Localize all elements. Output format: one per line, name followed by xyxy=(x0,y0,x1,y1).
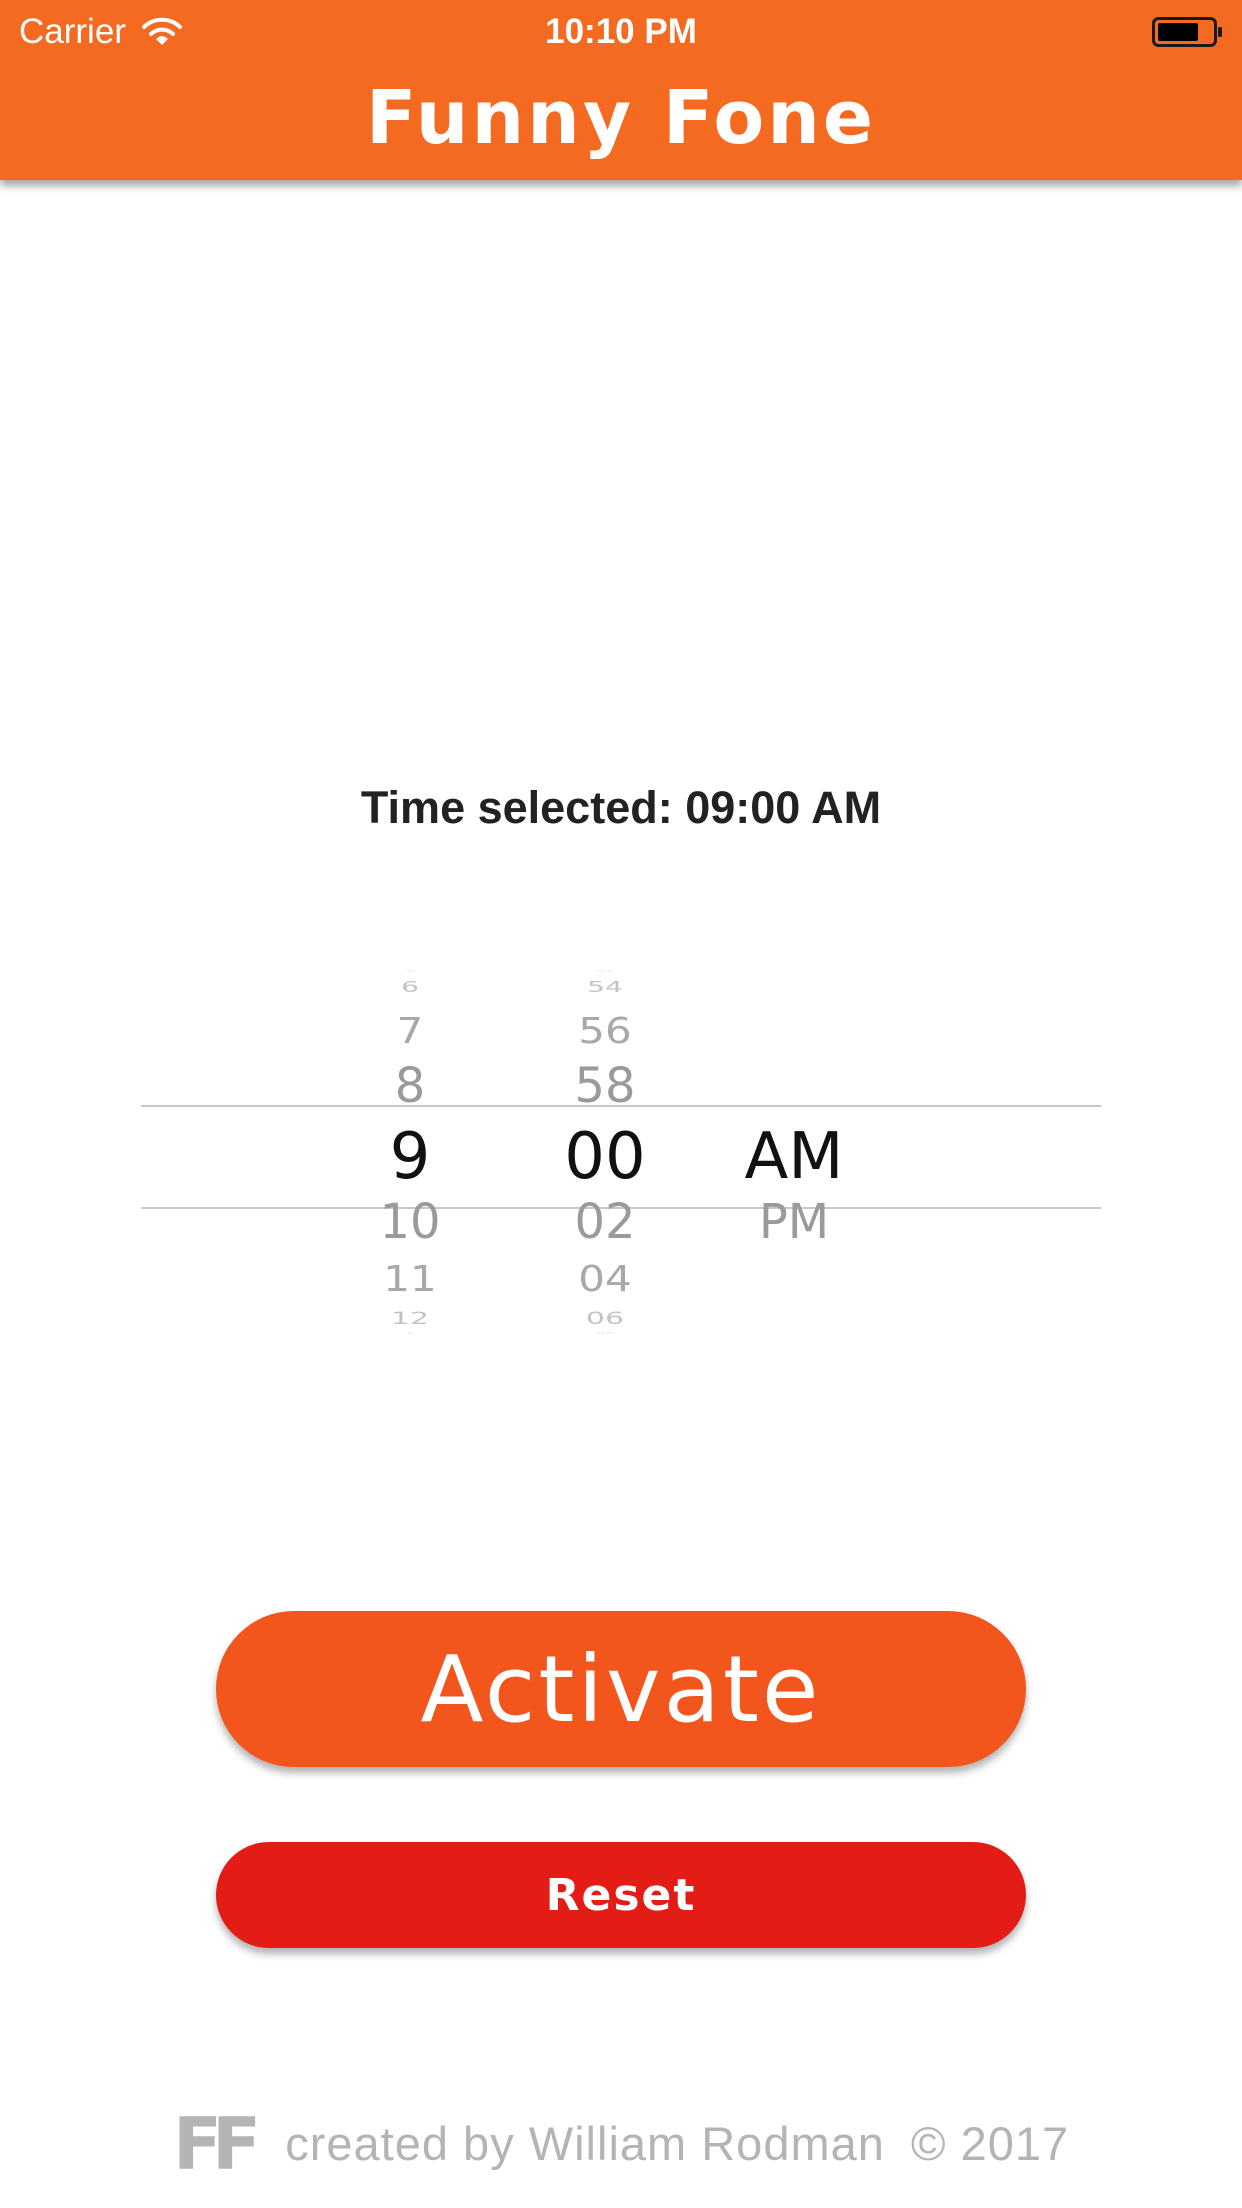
hour-option[interactable]: 8 xyxy=(315,1058,505,1116)
hour-option[interactable]: 12 xyxy=(315,1309,505,1329)
time-selected-label: Time selected: 09:00 AM xyxy=(360,782,882,833)
time-picker[interactable]: 5 6 7 8 9 10 11 12 1 52 54 56 58 00 02 04 06 08 AM PM xyxy=(141,895,1101,1415)
reset-button[interactable]: Reset xyxy=(216,1842,1026,1948)
period-option[interactable]: AM xyxy=(699,1119,889,1196)
hour-option[interactable]: 6 xyxy=(315,978,505,996)
minute-option[interactable]: 52 xyxy=(510,969,700,972)
hour-option[interactable]: 9 xyxy=(315,1119,505,1196)
activate-button[interactable]: Activate xyxy=(216,1611,1026,1767)
hour-option[interactable]: 5 xyxy=(315,969,505,972)
minute-option[interactable]: 02 xyxy=(510,1194,700,1252)
minute-option[interactable]: 00 xyxy=(510,1119,700,1196)
minute-option[interactable]: 04 xyxy=(510,1258,700,1301)
hour-option[interactable]: 7 xyxy=(315,1010,505,1053)
period-option[interactable]: PM xyxy=(699,1194,889,1252)
footer-credit: created by William Rodman xyxy=(285,2117,885,2170)
battery-icon xyxy=(1152,17,1222,47)
app-title: Funny Fone xyxy=(365,75,877,161)
footer-logo: FF xyxy=(172,2102,261,2186)
hour-option[interactable]: 10 xyxy=(315,1194,505,1252)
minute-option[interactable]: 08 xyxy=(510,1331,700,1334)
hour-option[interactable]: 1 xyxy=(315,1331,505,1334)
minute-option[interactable]: 06 xyxy=(510,1309,700,1329)
footer-copyright: © 2017 xyxy=(910,2117,1070,2170)
status-time: 10:10 PM xyxy=(545,12,697,51)
hour-picker-column[interactable]: 5 6 7 8 9 10 11 12 1 xyxy=(315,895,505,1415)
footer: FF created by William Rodman © 2017 xyxy=(0,2108,1242,2180)
hour-option[interactable]: 11 xyxy=(315,1258,505,1301)
app-header: Carrier 10:10 PM Funny Fone xyxy=(0,0,1242,180)
period-picker-column[interactable]: AM PM xyxy=(699,895,889,1415)
minute-picker-column[interactable]: 52 54 56 58 00 02 04 06 08 xyxy=(510,895,700,1415)
minute-option[interactable]: 58 xyxy=(510,1058,700,1116)
minute-option[interactable]: 56 xyxy=(510,1010,700,1053)
minute-option[interactable]: 54 xyxy=(510,978,700,996)
